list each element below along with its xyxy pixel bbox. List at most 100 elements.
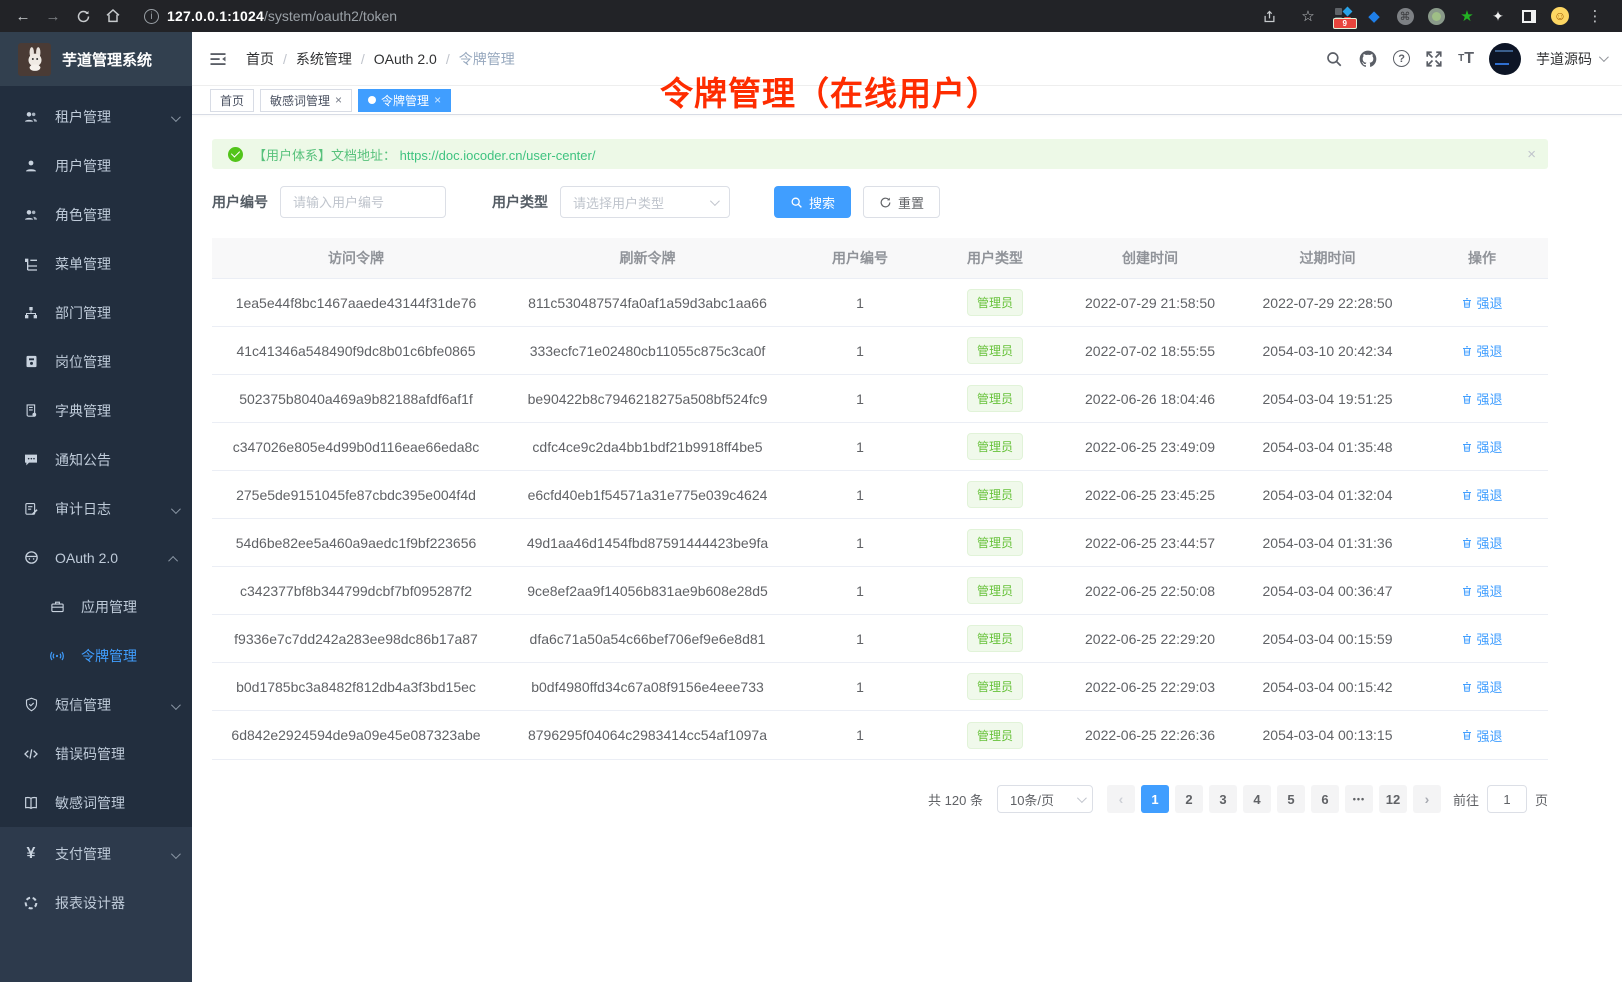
extension-dot-icon[interactable]	[1427, 7, 1445, 25]
extension-puzzle-icon[interactable]: ✦	[1489, 7, 1507, 25]
sidebar-item-label: 岗位管理	[55, 352, 111, 372]
browser-back-icon[interactable]: ←	[10, 3, 36, 29]
user-icon	[22, 158, 40, 174]
page-button[interactable]: 3	[1209, 785, 1237, 813]
breadcrumb-oauth[interactable]: OAuth 2.0	[374, 51, 437, 67]
sidebar-item-sms[interactable]: 短信管理	[0, 680, 192, 729]
force-logout-button[interactable]: 强退	[1461, 437, 1502, 456]
force-logout-button[interactable]: 强退	[1461, 485, 1502, 504]
breadcrumb-system[interactable]: 系统管理	[296, 49, 352, 69]
more-pages-button[interactable]: •••	[1345, 785, 1373, 813]
table-row: 41c41346a548490f9dc8b01c6bfe0865 333ecfc…	[212, 327, 1548, 375]
bookmark-star-icon[interactable]: ☆	[1295, 3, 1321, 29]
chevron-down-icon	[171, 501, 178, 517]
user-id-input[interactable]	[280, 186, 446, 218]
sidebar-item-label: OAuth 2.0	[55, 550, 118, 566]
page-button[interactable]: 1	[1141, 785, 1169, 813]
help-icon[interactable]: ?	[1393, 50, 1410, 67]
code-icon	[22, 746, 40, 762]
sidebar-item-oauth[interactable]: OAuth 2.0	[0, 533, 192, 582]
chevron-down-icon	[710, 196, 720, 206]
sidebar-item-sensitive[interactable]: 敏感词管理	[0, 778, 192, 827]
browser-menu-icon[interactable]: ⋮	[1582, 3, 1608, 29]
profile-avatar-icon[interactable]: ☺	[1551, 7, 1569, 25]
extension-command-icon[interactable]: ⌘	[1396, 7, 1414, 25]
site-info-icon[interactable]: i	[144, 9, 159, 24]
browser-reload-icon[interactable]	[70, 3, 96, 29]
sidebar-item-app[interactable]: 应用管理	[0, 582, 192, 631]
chevron-down-icon	[1077, 793, 1087, 803]
force-logout-button[interactable]: 强退	[1461, 389, 1502, 408]
force-logout-button[interactable]: 强退	[1461, 581, 1502, 600]
sidebar-item-audit[interactable]: 审计日志	[0, 484, 192, 533]
goto-page-input[interactable]	[1487, 785, 1527, 813]
extension-sidebar-icon[interactable]	[1520, 7, 1538, 25]
extension-grid-icon[interactable]: 9	[1334, 7, 1352, 25]
force-logout-button[interactable]: 强退	[1461, 677, 1502, 696]
sidebar-item-user[interactable]: 用户管理	[0, 141, 192, 190]
force-logout-button[interactable]: 强退	[1461, 293, 1502, 312]
sidebar-item-label: 敏感词管理	[55, 793, 125, 813]
page-button[interactable]: 4	[1243, 785, 1271, 813]
page-size-select[interactable]: 10条/页	[997, 785, 1093, 813]
extension-gem-icon[interactable]: ◆	[1365, 7, 1383, 25]
close-icon[interactable]: ×	[335, 94, 342, 106]
search-button[interactable]: 搜索	[774, 186, 851, 218]
doc-alert: 【用户体系】文档地址： https://doc.iocoder.cn/user-…	[212, 139, 1548, 169]
sidebar-item-post[interactable]: 岗位管理	[0, 337, 192, 386]
sidebar-item-tenant[interactable]: 租户管理	[0, 92, 192, 141]
user-type-label: 用户类型	[492, 192, 548, 212]
tab-sensitive[interactable]: 敏感词管理 ×	[260, 89, 352, 112]
close-icon[interactable]: ×	[434, 94, 441, 106]
page-button[interactable]: 12	[1379, 785, 1407, 813]
address-bar[interactable]: i 127.0.0.1:1024/system/oauth2/token	[144, 8, 1252, 24]
force-logout-button[interactable]: 强退	[1461, 533, 1502, 552]
user-avatar[interactable]	[1489, 43, 1521, 75]
fullscreen-icon[interactable]	[1425, 50, 1443, 68]
tab-token[interactable]: 令牌管理 ×	[358, 89, 451, 112]
sidebar-item-errcode[interactable]: 错误码管理	[0, 729, 192, 778]
sidebar-item-token[interactable]: 令牌管理	[0, 631, 192, 680]
chevron-up-icon	[171, 550, 178, 566]
page-button[interactable]: 2	[1175, 785, 1203, 813]
browser-home-icon[interactable]	[100, 3, 126, 29]
page-button[interactable]: 5	[1277, 785, 1305, 813]
username-label: 芋道源码	[1536, 49, 1592, 69]
sidebar-item-menu[interactable]: 菜单管理	[0, 239, 192, 288]
reset-button[interactable]: 重置	[863, 186, 940, 218]
sidebar-item-label: 令牌管理	[81, 646, 137, 666]
user-type-select[interactable]: 请选择用户类型	[560, 186, 730, 218]
share-icon[interactable]	[1256, 3, 1282, 29]
github-icon[interactable]	[1358, 49, 1378, 69]
page-button[interactable]: 6	[1311, 785, 1339, 813]
prev-page-button[interactable]: ‹	[1107, 785, 1135, 813]
search-icon[interactable]	[1325, 50, 1343, 68]
sidebar-item-notice[interactable]: 通知公告	[0, 435, 192, 484]
logo[interactable]: 芋道管理系统	[0, 32, 192, 86]
sidebar-item-dict[interactable]: 字典管理	[0, 386, 192, 435]
next-page-button[interactable]: ›	[1413, 785, 1441, 813]
app-title: 芋道管理系统	[62, 49, 152, 70]
font-size-icon[interactable]: TT	[1458, 50, 1474, 68]
browser-forward-icon[interactable]: →	[40, 3, 66, 29]
force-logout-button[interactable]: 强退	[1461, 341, 1502, 360]
extension-star-icon[interactable]: ★	[1458, 7, 1476, 25]
top-navbar: 首页 / 系统管理 / OAuth 2.0 / 令牌管理 ? TT	[192, 32, 1622, 86]
collapse-menu-icon[interactable]	[208, 48, 230, 70]
user-menu[interactable]: 芋道源码	[1536, 49, 1606, 69]
breadcrumb-current: 令牌管理	[459, 49, 515, 69]
alert-close-icon[interactable]: ×	[1527, 146, 1536, 163]
doc-link[interactable]: https://doc.iocoder.cn/user-center/	[400, 148, 596, 163]
sidebar-item-pay[interactable]: ¥ 支付管理	[0, 829, 192, 878]
goto-label: 前往	[1453, 790, 1479, 809]
sidebar-item-dept[interactable]: 部门管理	[0, 288, 192, 337]
sidebar-item-label: 菜单管理	[55, 254, 111, 274]
force-logout-button[interactable]: 强退	[1461, 726, 1502, 745]
user-type-badge: 管理员	[967, 289, 1023, 316]
user-type-badge: 管理员	[967, 433, 1023, 460]
sidebar-item-role[interactable]: 角色管理	[0, 190, 192, 239]
sidebar-item-report[interactable]: 报表设计器	[0, 878, 192, 927]
tab-home[interactable]: 首页	[210, 89, 254, 112]
force-logout-button[interactable]: 强退	[1461, 629, 1502, 648]
breadcrumb-home[interactable]: 首页	[246, 49, 274, 69]
